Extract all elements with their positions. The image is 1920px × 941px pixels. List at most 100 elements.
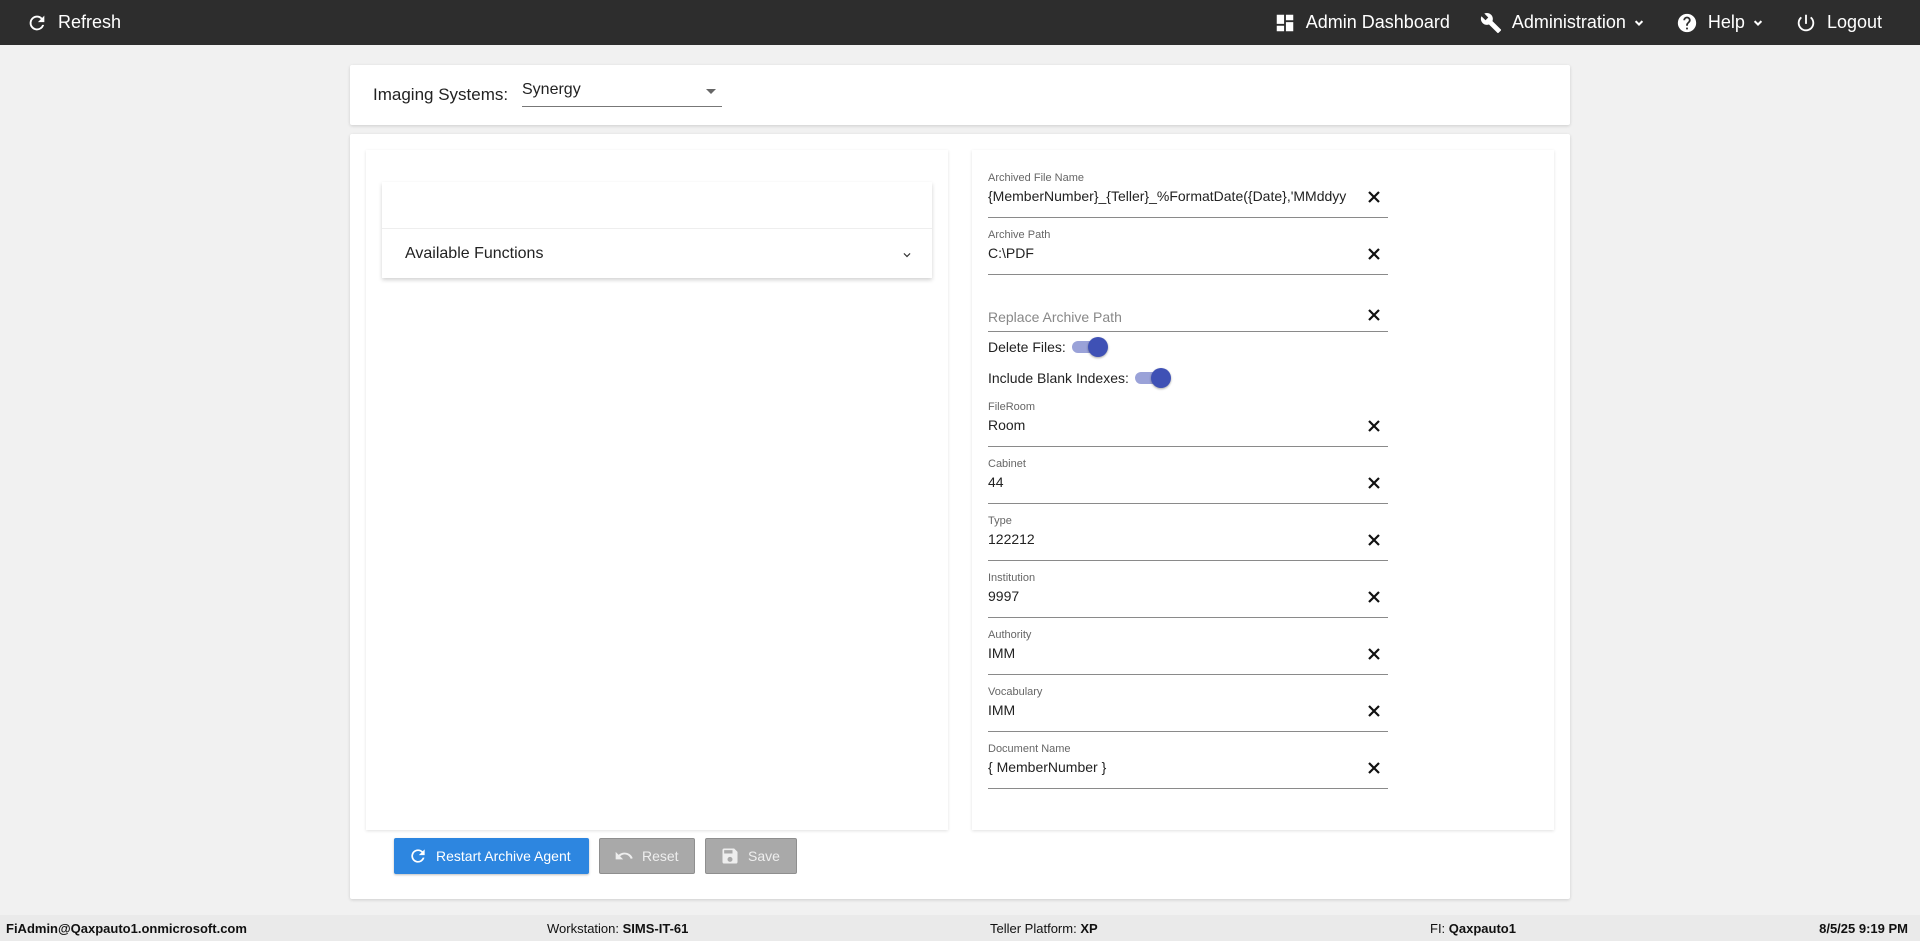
refresh-button[interactable]: Refresh [26,0,121,45]
restart-archive-agent-label: Restart Archive Agent [436,848,571,864]
dashboard-icon [1276,14,1294,31]
reset-label: Reset [642,848,679,864]
status-datetime: 8/5/25 9:19 PM [1819,921,1908,936]
archive-settings-card: Available Functions Archived File Name {… [350,134,1570,899]
clear-icon[interactable] [1368,647,1380,660]
top-nav-bar: Refresh Admin Dashboard Administration H… [0,0,1920,45]
include-blank-indexes-row: Include Blank Indexes: [988,368,1171,388]
workstation-label: Workstation: [547,921,620,936]
include-blank-indexes-toggle[interactable] [1134,368,1171,388]
institution-label: Institution [988,572,1036,584]
admin-dashboard-label: Admin Dashboard [1305,12,1450,32]
save-label: Save [748,848,780,864]
administration-menu-button[interactable]: Administration [1480,0,1646,45]
archived-file-name-field[interactable]: Archived File Name {MemberNumber}_{Telle… [988,172,1388,218]
imaging-systems-value: Synergy [522,81,581,98]
clear-icon[interactable] [1368,190,1380,203]
power-icon [1797,14,1815,31]
delete-files-toggle[interactable] [1071,337,1108,357]
replace-archive-path-field[interactable]: Replace Archive Path [988,286,1388,332]
archived-file-name-value: {MemberNumber}_{Teller}_%FormatDate({Dat… [988,188,1347,204]
imaging-systems-select[interactable]: Synergy [522,77,722,107]
chevron-down-icon [903,253,911,258]
clear-icon[interactable] [1368,476,1380,489]
cabinet-label: Cabinet [988,458,1026,470]
logout-button[interactable]: Logout [1795,0,1882,45]
archive-path-label: Archive Path [988,229,1051,241]
teller-platform-value: XP [1080,921,1098,936]
vocabulary-value: IMM [988,702,1016,718]
delete-files-label: Delete Files: [988,339,1066,355]
clear-icon[interactable] [1368,533,1380,546]
delete-files-row: Delete Files: [988,337,1108,357]
clear-icon[interactable] [1368,704,1380,717]
archive-form-panel: Archived File Name {MemberNumber}_{Telle… [972,150,1554,830]
document-name-field[interactable]: Document Name { MemberNumber } [988,743,1388,789]
authority-label: Authority [988,629,1032,641]
dropdown-caret-icon [706,89,716,94]
teller-platform-label: Teller Platform: [990,921,1077,936]
save-button[interactable]: Save [705,838,797,874]
chevron-down-icon [1753,19,1763,26]
fileroom-field[interactable]: FileRoom Room [988,401,1388,447]
vocabulary-field[interactable]: Vocabulary IMM [988,686,1388,732]
expansion-empty-row [382,182,932,229]
functions-panel: Available Functions [366,150,948,830]
clear-icon[interactable] [1368,308,1380,321]
wrench-icon [1480,12,1501,33]
cabinet-value: 44 [988,474,1004,490]
clear-icon[interactable] [1368,590,1380,603]
undo-icon [615,851,633,860]
archive-path-value: C:\PDF [988,245,1034,261]
help-circle-icon [1677,13,1697,32]
administration-label: Administration [1511,12,1626,32]
type-label: Type [988,515,1012,527]
authority-field[interactable]: Authority IMM [988,629,1388,675]
archived-file-name-label: Archived File Name [988,172,1084,184]
toggle-thumb [1087,337,1108,357]
available-functions-title: Available Functions [405,245,544,262]
status-user: FiAdmin@Qaxpauto1.onmicrosoft.com [6,921,247,936]
vocabulary-label: Vocabulary [988,686,1043,698]
status-bar: FiAdmin@Qaxpauto1.onmicrosoft.com Workst… [0,915,1920,941]
status-fi: FI: Qaxpauto1 [1430,921,1516,936]
document-name-label: Document Name [988,743,1071,755]
refresh-icon [29,15,45,30]
imaging-systems-card: Imaging Systems: Synergy [350,65,1570,125]
available-functions-header[interactable]: Available Functions [382,230,932,278]
workstation-value: SIMS-IT-61 [622,921,689,936]
refresh-icon [411,849,425,863]
fileroom-label: FileRoom [988,401,1036,413]
archive-path-field[interactable]: Archive Path C:\PDF [988,229,1388,275]
help-label: Help [1707,12,1745,32]
replace-archive-path-placeholder: Replace Archive Path [988,309,1122,325]
institution-value: 9997 [988,588,1020,604]
imaging-systems-label: Imaging Systems: [373,85,509,104]
restart-archive-agent-button[interactable]: Restart Archive Agent [394,838,589,874]
fi-label: FI: [1430,921,1446,936]
reset-button[interactable]: Reset [599,838,695,874]
include-blank-indexes-label: Include Blank Indexes: [988,370,1129,386]
functions-expansion-panel: Available Functions [382,182,932,278]
toggle-thumb [1150,368,1171,388]
fileroom-value: Room [988,417,1026,433]
document-name-value: { MemberNumber } [988,759,1107,775]
type-value: 122212 [988,531,1035,547]
cabinet-field[interactable]: Cabinet 44 [988,458,1388,504]
clear-icon[interactable] [1368,247,1380,260]
admin-dashboard-button[interactable]: Admin Dashboard [1274,0,1450,45]
type-field[interactable]: Type 122212 [988,515,1388,561]
logout-label: Logout [1826,12,1882,32]
help-menu-button[interactable]: Help [1676,0,1765,45]
chevron-down-icon [1634,19,1644,26]
clear-icon[interactable] [1368,761,1380,774]
refresh-label: Refresh [58,12,122,32]
authority-value: IMM [988,645,1016,661]
status-workstation: Workstation: SIMS-IT-61 [547,921,688,936]
institution-field[interactable]: Institution 9997 [988,572,1388,618]
status-teller-platform: Teller Platform: XP [990,921,1098,936]
clear-icon[interactable] [1368,419,1380,432]
save-icon [722,848,738,864]
nav-right-group: Admin Dashboard Administration Help Logo… [1274,0,1882,45]
fi-value: Qaxpauto1 [1448,921,1516,936]
